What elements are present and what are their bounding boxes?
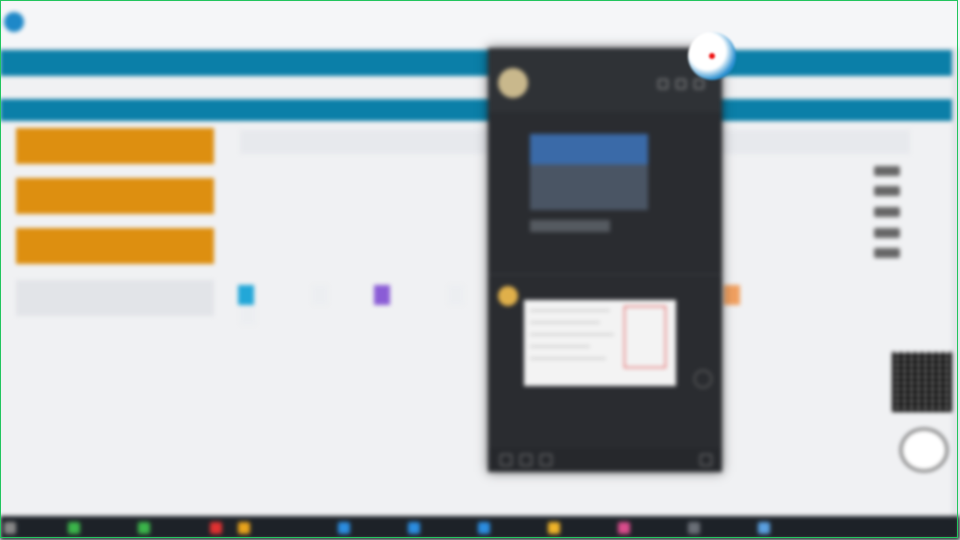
chat-bubble[interactable] xyxy=(530,220,610,232)
notice-badge xyxy=(874,248,900,258)
taskbar-item[interactable] xyxy=(208,520,226,536)
cursor-dot xyxy=(709,53,715,59)
notice-badge xyxy=(874,186,900,196)
sidebar-link[interactable] xyxy=(32,339,222,352)
site-nav xyxy=(0,50,952,76)
chat-image-2[interactable] xyxy=(524,300,676,386)
category-tab[interactable] xyxy=(238,285,254,305)
sidebar-link[interactable] xyxy=(32,352,222,365)
app-icon xyxy=(338,522,350,534)
taskbar-item[interactable] xyxy=(616,520,634,536)
chat-notice xyxy=(498,116,714,128)
taskbar-item[interactable] xyxy=(236,520,254,536)
chat-window[interactable] xyxy=(488,48,722,472)
app-icon xyxy=(238,522,250,534)
sidebar-link[interactable] xyxy=(32,456,222,469)
notice-badge xyxy=(874,228,900,238)
notice-badge xyxy=(874,166,900,176)
sidebar-links xyxy=(32,326,222,495)
app-icon xyxy=(548,522,560,534)
taskbar-item[interactable] xyxy=(756,520,774,536)
image-highlight xyxy=(624,306,666,368)
app-icon xyxy=(758,522,770,534)
category-tab[interactable] xyxy=(448,285,464,305)
sidebar-link[interactable] xyxy=(32,417,222,430)
browser-logo-icon[interactable] xyxy=(4,12,24,32)
chat-avatar[interactable] xyxy=(498,68,528,98)
start-button[interactable] xyxy=(2,520,20,536)
sidebar-link[interactable] xyxy=(32,443,222,456)
app-icon xyxy=(618,522,630,534)
chat-call-icon[interactable] xyxy=(658,79,668,89)
sub-nav xyxy=(0,99,952,121)
category-tab[interactable] xyxy=(240,305,256,325)
sidebar-link[interactable] xyxy=(32,482,222,495)
sidebar-link[interactable] xyxy=(32,404,222,417)
sidebar-link[interactable] xyxy=(32,326,222,339)
browser-right-controls[interactable] xyxy=(858,18,948,32)
qr-code xyxy=(892,352,952,412)
chat-more-icon[interactable] xyxy=(694,79,704,89)
sidebar-heading xyxy=(16,280,214,316)
image-line xyxy=(530,310,610,311)
taskbar-item[interactable] xyxy=(336,520,354,536)
app-icon xyxy=(688,522,700,534)
blurred-desktop xyxy=(0,0,960,540)
sidebar-button[interactable] xyxy=(16,228,214,264)
sidebar-link[interactable] xyxy=(32,469,222,482)
emoji-icon[interactable] xyxy=(500,454,512,466)
sidebar-link[interactable] xyxy=(32,430,222,443)
sidebar-button[interactable] xyxy=(16,178,214,214)
taskbar-item[interactable] xyxy=(546,520,564,536)
list-item[interactable] xyxy=(248,474,888,491)
chat-image[interactable] xyxy=(530,134,648,210)
chat-footer xyxy=(488,448,722,472)
app-icon xyxy=(408,522,420,534)
taskbar-item[interactable] xyxy=(476,520,494,536)
chat-header xyxy=(488,48,722,112)
tab-title-2[interactable] xyxy=(140,38,250,48)
image-line xyxy=(530,346,590,347)
app-icon xyxy=(138,522,150,534)
tab-title[interactable] xyxy=(10,38,130,48)
sidebar-button[interactable] xyxy=(16,128,214,164)
chat-video-icon[interactable] xyxy=(676,79,686,89)
category-tab[interactable] xyxy=(724,285,740,305)
image-line xyxy=(530,334,614,335)
app-icon xyxy=(68,522,80,534)
category-tab[interactable] xyxy=(374,285,390,305)
sidebar-link[interactable] xyxy=(32,365,222,378)
sidebar-link[interactable] xyxy=(32,391,222,404)
folder-icon[interactable] xyxy=(520,454,532,466)
taskbar-item[interactable] xyxy=(136,520,154,536)
taskbar-item[interactable] xyxy=(406,520,424,536)
browser-chrome xyxy=(0,0,960,49)
app-icon xyxy=(478,522,490,534)
category-tab[interactable] xyxy=(312,285,328,305)
mascot-icon[interactable] xyxy=(900,428,948,472)
image-line xyxy=(530,322,600,323)
cursor-highlight xyxy=(688,32,736,80)
address-bar[interactable] xyxy=(60,18,480,32)
taskbar xyxy=(0,516,960,540)
notice-badge xyxy=(874,207,900,217)
image-line xyxy=(530,358,606,359)
scissors-icon[interactable] xyxy=(540,454,552,466)
chat-divider xyxy=(488,274,722,275)
sender-avatar[interactable] xyxy=(498,286,518,306)
chat-history-icon[interactable] xyxy=(700,454,712,466)
sidebar-link[interactable] xyxy=(32,378,222,391)
windows-icon xyxy=(4,522,16,534)
app-icon xyxy=(210,522,222,534)
taskbar-item[interactable] xyxy=(66,520,84,536)
forward-icon[interactable] xyxy=(694,370,712,388)
list-item[interactable] xyxy=(248,494,888,511)
taskbar-item[interactable] xyxy=(686,520,704,536)
page-scrollbar[interactable] xyxy=(952,50,960,516)
